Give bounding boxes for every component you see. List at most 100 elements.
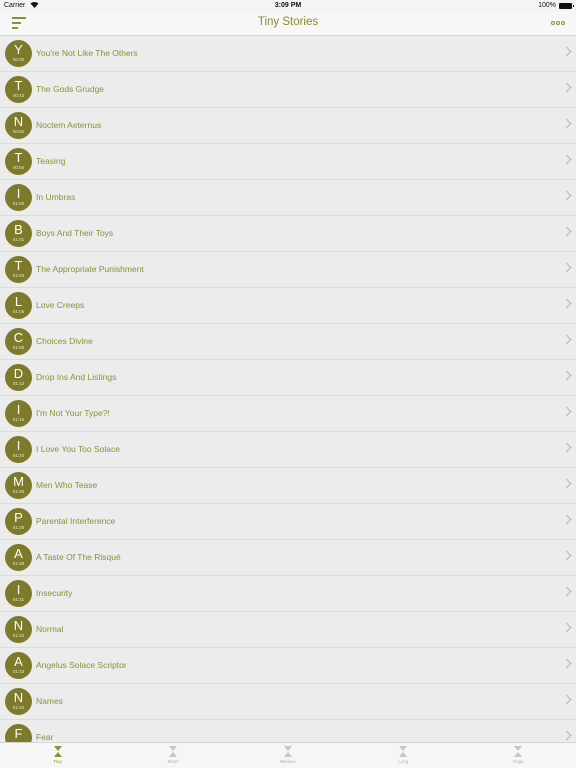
story-duration: 01:03 (12, 273, 25, 278)
story-row[interactable]: I 01:00 In Umbras (0, 180, 576, 216)
story-avatar: N 01:33 (5, 616, 32, 643)
chevron-right-icon (561, 334, 572, 345)
tab-tiny[interactable]: Tiny (0, 743, 115, 768)
story-title: Men Who Tease (36, 480, 98, 490)
avatar-letter: A (14, 546, 23, 561)
story-row[interactable]: Y 00:30 You're Not Like The Others (0, 36, 576, 72)
chevron-right-icon (561, 730, 572, 741)
story-avatar: N 00:52 (5, 112, 32, 139)
story-duration: 01:12 (12, 381, 25, 386)
chevron-right-icon (561, 226, 572, 237)
story-duration: 00:43 (12, 93, 25, 98)
story-title: Parental Interference (36, 516, 116, 526)
story-title: In Umbras (36, 192, 76, 202)
tab-label: Medium (280, 759, 297, 764)
hourglass-icon (399, 746, 408, 757)
story-row[interactable]: T 00:54 Teasing (0, 144, 576, 180)
status-bar: Carrier 3:09 PM 100% (0, 0, 576, 12)
chevron-right-icon (561, 478, 572, 489)
story-row[interactable]: L 01:05 Love Creeps (0, 288, 576, 324)
story-row[interactable]: A 01:33 Angelus Solace Scriptor (0, 648, 576, 684)
story-avatar: Y 00:30 (5, 40, 32, 67)
story-row[interactable]: I 01:31 Insecurity (0, 576, 576, 612)
story-avatar: A 01:33 (5, 652, 32, 679)
chevron-right-icon (561, 262, 572, 273)
chevron-right-icon (561, 550, 572, 561)
story-title: Angelus Solace Scriptor (36, 660, 127, 670)
story-title: Insecurity (36, 588, 73, 598)
story-duration: 01:31 (12, 597, 25, 602)
story-avatar: I 01:00 (5, 184, 32, 211)
avatar-letter: B (14, 222, 23, 237)
chevron-right-icon (561, 46, 572, 57)
tab-medium[interactable]: Medium (230, 743, 345, 768)
story-avatar: L 01:05 (5, 292, 32, 319)
hourglass-icon (514, 746, 523, 757)
story-row[interactable]: B 01:01 Boys And Their Toys (0, 216, 576, 252)
chevron-right-icon (561, 154, 572, 165)
story-duration: 01:16 (12, 417, 25, 422)
chevron-right-icon (561, 190, 572, 201)
story-row[interactable]: T 00:43 The Gods Grudge (0, 72, 576, 108)
story-title: Noctem Aeternus (36, 120, 102, 130)
story-duration: 00:54 (12, 165, 25, 170)
story-title: Choices Divine (36, 336, 93, 346)
avatar-letter: N (13, 690, 24, 705)
story-title: Love Creeps (36, 300, 85, 310)
avatar-letter: Y (14, 42, 23, 57)
tab-label: Long (398, 759, 409, 764)
avatar-letter: F (14, 726, 23, 741)
story-avatar: T 00:43 (5, 76, 32, 103)
story-duration: 00:52 (12, 129, 25, 134)
avatar-letter: T (14, 78, 23, 93)
story-avatar: B 01:01 (5, 220, 32, 247)
story-list[interactable]: Y 00:30 You're Not Like The Others T 00:43 Th… (0, 36, 576, 742)
chevron-right-icon (561, 694, 572, 705)
story-avatar: C 01:06 (5, 328, 32, 355)
story-avatar: F01:35 (5, 724, 32, 742)
tab-bar: Tiny Short Medium Long Huge (0, 742, 576, 768)
avatar-letter: T (14, 258, 23, 273)
tab-huge[interactable]: Huge (461, 743, 576, 768)
story-row[interactable]: N 01:34 Names (0, 684, 576, 720)
status-time: 3:09 PM (274, 2, 302, 9)
battery-percent: 100% (538, 2, 556, 9)
chevron-right-icon (561, 622, 572, 633)
story-row[interactable]: N 00:52 Noctem Aeternus (0, 108, 576, 144)
story-avatar: T 01:03 (5, 256, 32, 283)
battery-icon (559, 3, 574, 9)
story-title: You're Not Like The Others (36, 48, 138, 58)
story-row[interactable]: N 01:33 Normal (0, 612, 576, 648)
chevron-right-icon (561, 514, 572, 525)
story-row[interactable]: D 01:12 Drop Ins And Listings (0, 360, 576, 396)
chevron-right-icon (561, 406, 572, 417)
hourglass-icon (168, 746, 177, 757)
story-row[interactable]: M 01:26 Men Who Tease (0, 468, 576, 504)
story-row[interactable]: F01:35 Fear (0, 720, 576, 742)
more-icon[interactable] (551, 21, 565, 27)
avatar-letter: I (16, 186, 21, 201)
story-row[interactable]: A 01:28 A Taste Of The Risqué (0, 540, 576, 576)
story-title: The Gods Grudge (36, 84, 105, 94)
chevron-right-icon (561, 298, 572, 309)
tab-label: Tiny (53, 759, 62, 764)
story-avatar: M 01:26 (5, 472, 32, 499)
story-title: Fear (36, 732, 54, 742)
chevron-right-icon (561, 586, 572, 597)
story-row[interactable]: P 01:26 Parental Interference (0, 504, 576, 540)
story-title: Boys And Their Toys (36, 228, 114, 238)
story-avatar: N 01:34 (5, 688, 32, 715)
story-row[interactable]: I 01:16 I'm Not Your Type?! (0, 396, 576, 432)
chevron-right-icon (561, 82, 572, 93)
tab-long[interactable]: Long (346, 743, 461, 768)
chevron-right-icon (561, 442, 572, 453)
story-row[interactable]: C 01:06 Choices Divine (0, 324, 576, 360)
story-row[interactable]: I 01:20 I Love You Too Solace (0, 432, 576, 468)
story-avatar: P 01:26 (5, 508, 32, 535)
avatar-letter: L (14, 294, 23, 309)
story-duration: 01:20 (12, 453, 25, 458)
story-title: Names (36, 696, 63, 706)
story-row[interactable]: T 01:03 The Appropriate Punishment (0, 252, 576, 288)
avatar-letter: T (14, 150, 23, 165)
tab-short[interactable]: Short (115, 743, 230, 768)
